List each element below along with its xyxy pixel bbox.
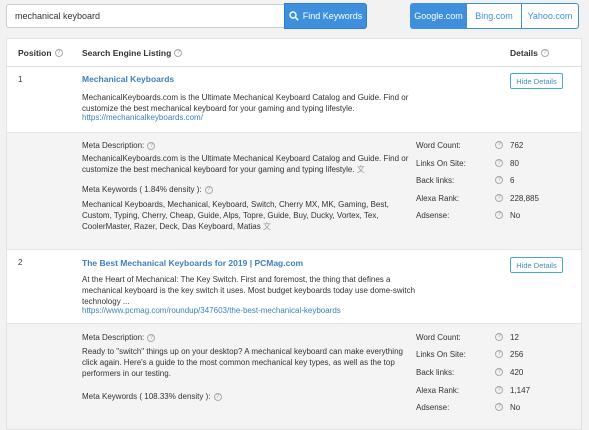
help-icon[interactable]: ? (147, 333, 156, 342)
hide-details-button[interactable]: Hide Details (510, 73, 563, 89)
engine-yahoo[interactable]: Yahoo.com (521, 3, 579, 29)
help-icon[interactable]: ? (213, 392, 222, 401)
header-position: Position? (18, 48, 63, 58)
result-title-link[interactable]: The Best Mechanical Keyboards for 2019 |… (82, 258, 303, 268)
search-icon (289, 11, 299, 21)
find-keywords-label: Find Keywords (302, 11, 363, 21)
result-url[interactable]: https://www.pcmag.com/roundup/347603/the… (82, 306, 341, 315)
result-position: 2 (18, 258, 23, 267)
result-snippet: MechanicalKeyboards.com is the Ultimate … (82, 93, 409, 113)
table-header: Position? Search Engine Listing? Details… (7, 39, 581, 67)
result-position: 1 (18, 75, 23, 84)
links-on-site-value: 256 (510, 350, 524, 359)
meta-keywords-label: Meta Keywords ( 1.84% density ):? (82, 185, 213, 194)
alexa-rank-label: Alexa Rank: (416, 386, 460, 395)
help-icon[interactable]: ? (54, 49, 63, 57)
results-table: Position? Search Engine Listing? Details… (6, 38, 582, 430)
adsense-value: No (510, 211, 521, 220)
links-on-site-label: Links On Site: (416, 159, 466, 168)
search-input[interactable] (6, 4, 284, 28)
adsense-label: Adsense: (416, 211, 450, 220)
result-snippet: At the Heart of Mechanical: The Key Swit… (82, 275, 416, 306)
help-icon[interactable]: ? (495, 159, 503, 167)
header-details: Details? (510, 48, 549, 58)
links-on-site-value: 80 (510, 159, 519, 168)
result-url[interactable]: https://mechanicalkeyboards.com/ (82, 113, 203, 122)
word-count-label: Word Count: (416, 141, 461, 150)
help-icon[interactable]: ? (540, 49, 549, 57)
result-details: Meta Description:? Ready to "switch" thi… (7, 324, 581, 429)
word-count-value: 12 (510, 333, 519, 342)
engine-google[interactable]: Google.com (410, 3, 467, 29)
help-icon[interactable]: ? (495, 141, 503, 149)
help-icon[interactable]: ? (495, 350, 503, 358)
back-links-value: 6 (510, 176, 515, 185)
help-icon[interactable]: ? (495, 368, 503, 376)
header-listing: Search Engine Listing? (82, 48, 183, 58)
meta-description-text: Ready to "switch" things up on your desk… (82, 347, 403, 378)
help-icon[interactable]: ? (147, 141, 156, 150)
translate-icon[interactable]: 文 (263, 222, 271, 231)
help-icon[interactable]: ? (174, 49, 183, 57)
word-count-label: Word Count: (416, 333, 461, 342)
meta-description-label: Meta Description:? (82, 333, 156, 342)
meta-keywords-label: Meta Keywords ( 108.33% density ):? (82, 392, 222, 401)
help-icon[interactable]: ? (495, 194, 503, 202)
engine-bing[interactable]: Bing.com (466, 3, 522, 29)
help-icon[interactable]: ? (495, 333, 503, 341)
help-icon[interactable]: ? (495, 176, 503, 184)
result-row: 2 The Best Mechanical Keyboards for 2019… (7, 250, 581, 324)
help-icon[interactable]: ? (495, 386, 503, 394)
links-on-site-label: Links On Site: (416, 350, 466, 359)
find-keywords-button[interactable]: Find Keywords (284, 3, 367, 29)
meta-keywords-text: Mechanical Keyboards, Mechanical, Keyboa… (82, 200, 389, 231)
engine-selector: Google.com Bing.com Yahoo.com (410, 3, 579, 29)
result-details: Meta Description:? MechanicalKeyboards.c… (7, 133, 581, 250)
translate-icon[interactable]: 文 (357, 165, 365, 174)
help-icon[interactable]: ? (204, 185, 213, 194)
back-links-label: Back links: (416, 176, 455, 185)
help-icon[interactable]: ? (495, 211, 503, 219)
word-count-value: 762 (510, 141, 524, 150)
hide-details-button[interactable]: Hide Details (510, 257, 563, 273)
adsense-value: No (510, 403, 521, 412)
meta-description-label: Meta Description:? (82, 141, 156, 150)
adsense-label: Adsense: (416, 403, 450, 412)
back-links-label: Back links: (416, 368, 455, 377)
result-title-link[interactable]: Mechanical Keyboards (82, 74, 174, 84)
search-bar: Find Keywords Google.com Bing.com Yahoo.… (0, 0, 589, 34)
alexa-rank-value: 1,147 (510, 386, 531, 395)
help-icon[interactable]: ? (495, 403, 503, 411)
result-row: 1 Mechanical Keyboards MechanicalKeyboar… (7, 67, 581, 133)
back-links-value: 420 (510, 368, 524, 377)
alexa-rank-label: Alexa Rank: (416, 194, 460, 203)
meta-description-text: MechanicalKeyboards.com is the Ultimate … (82, 154, 409, 174)
alexa-rank-value: 228,885 (510, 194, 539, 203)
